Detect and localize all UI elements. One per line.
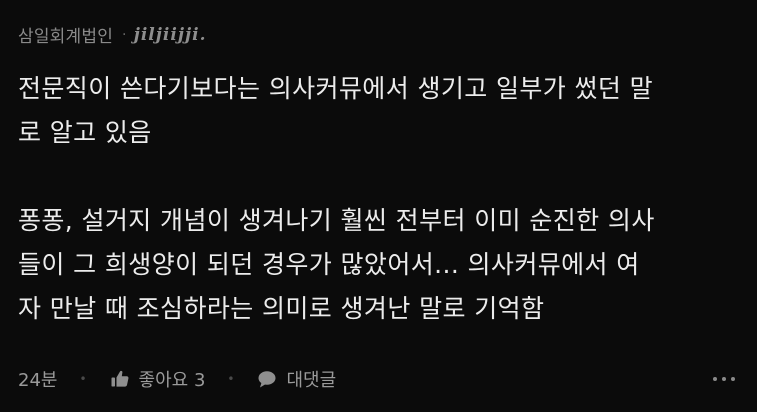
meta-separator: · xyxy=(122,26,127,43)
like-label: 좋아요 3 xyxy=(138,370,206,391)
action-separator: • xyxy=(79,372,87,386)
more-dots-icon[interactable] xyxy=(713,368,735,390)
author-nickname[interactable]: jiljiijji. xyxy=(134,25,207,45)
speech-bubble-icon xyxy=(256,368,278,390)
comment-line: 들이 그 희생양이 되던 경우가 많았어서... 의사커뮤에서 여 xyxy=(18,250,640,279)
comment-card: 삼일회계법인 · jiljiijji. 전문직이 쓴다기보다는 의사커뮤에서 생… xyxy=(0,0,757,412)
author-company[interactable]: 삼일회계법인 xyxy=(18,22,113,47)
dot xyxy=(731,377,735,381)
comment-line: 자 만날 때 조심하라는 의미로 생겨난 말로 기억함 xyxy=(18,294,545,323)
comment-actions: 24분 • 좋아요 3 • 대댓글 xyxy=(18,364,739,394)
comment-line: 전문직이 쓴다기보다는 의사커뮤에서 생기고 일부가 썼던 말 xyxy=(18,74,654,103)
thumbs-up-icon xyxy=(109,368,131,390)
comment-time: 24분 xyxy=(18,366,57,392)
reply-button[interactable]: 대댓글 xyxy=(256,366,336,392)
comment-meta: 삼일회계법인 · jiljiijji. xyxy=(18,22,739,48)
reply-label: 대댓글 xyxy=(286,370,337,391)
action-separator: • xyxy=(227,372,235,386)
time-label: 24분 xyxy=(18,370,58,391)
like-button[interactable]: 좋아요 3 xyxy=(109,366,206,392)
comment-line: 로 알고 있음 xyxy=(18,118,152,147)
dot xyxy=(722,377,726,381)
comment-body: 전문직이 쓴다기보다는 의사커뮤에서 생기고 일부가 썼던 말 로 알고 있음 … xyxy=(18,67,739,331)
dot xyxy=(713,377,717,381)
comment-line: 퐁퐁, 설거지 개념이 생겨나기 훨씬 전부터 이미 순진한 의사 xyxy=(18,206,655,235)
